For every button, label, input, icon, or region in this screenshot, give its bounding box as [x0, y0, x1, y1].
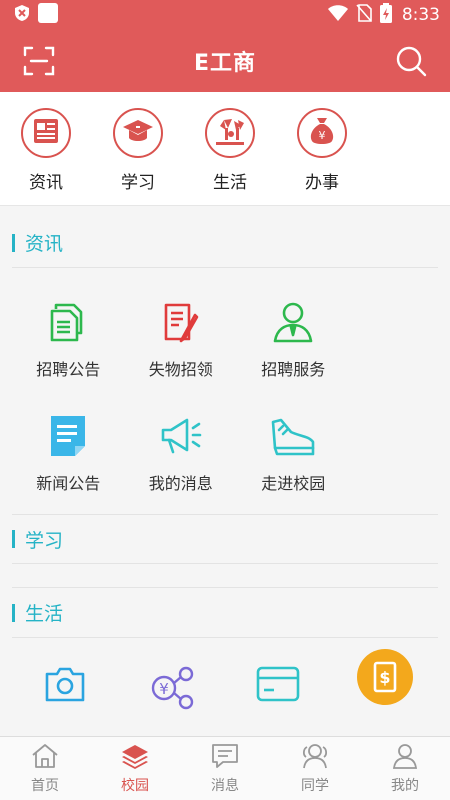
section-study: 学习	[12, 514, 438, 564]
tab-label: 我的	[391, 777, 419, 794]
section-accent-bar	[12, 233, 15, 252]
section-header: 学习	[12, 514, 438, 564]
top-category-label: 生活	[213, 173, 247, 193]
status-time: 8:33	[401, 5, 440, 25]
news-icon	[32, 117, 60, 149]
grid-item-label: 新闻公告	[36, 474, 101, 493]
top-category-life[interactable]: 生活	[204, 108, 256, 193]
person-icon	[269, 298, 317, 346]
grid-item-campus-tour[interactable]: 走进校园	[237, 400, 350, 514]
top-category-study[interactable]: 学习	[112, 108, 164, 193]
classmates-icon	[300, 743, 330, 773]
svg-text:¥: ¥	[319, 129, 326, 142]
grid-item-label: 走进校园	[261, 474, 326, 493]
profile-icon	[392, 743, 418, 773]
message-icon	[211, 743, 239, 773]
grid-item-camera[interactable]	[12, 666, 119, 714]
grid-item-card[interactable]	[225, 666, 332, 714]
section-life: 生活 ¥ $	[12, 588, 438, 714]
grid-item-finance[interactable]: ¥	[119, 666, 226, 714]
no-sim-icon	[356, 4, 372, 26]
section-news: 资讯 招聘公告 失物招领 招聘服务 新闻公告 我的消息 走进校园	[12, 218, 438, 514]
page-title: E工商	[193, 51, 257, 76]
bottom-nav: 首页 校园 消息 同学 我的	[0, 736, 450, 800]
top-category-label: 资讯	[29, 173, 63, 193]
notepad-pen-icon	[157, 298, 205, 346]
shield-icon	[14, 4, 30, 26]
tab-campus[interactable]: 校园	[90, 737, 180, 800]
tab-label: 校园	[121, 777, 149, 794]
section-header: 资讯	[12, 218, 438, 268]
section-accent-bar	[12, 603, 15, 622]
grid-item-label: 招聘公告	[36, 360, 101, 379]
app-square-icon	[38, 3, 58, 27]
section-divider	[12, 564, 438, 588]
grid-item-lost-found[interactable]: 失物招领	[125, 286, 238, 400]
battery-icon	[379, 3, 392, 27]
scan-icon[interactable]	[22, 44, 56, 78]
yuan-network-icon: ¥	[148, 666, 196, 714]
dollar-badge-icon: $	[356, 648, 414, 714]
app-header: E工商	[0, 30, 450, 92]
note-icon	[44, 412, 92, 460]
camera-icon	[45, 666, 85, 714]
life-icon	[214, 116, 246, 150]
life-grid: ¥ $	[12, 638, 438, 714]
tab-label: 首页	[31, 777, 59, 794]
top-category-bar: 资讯 学习 生活 ¥ 办事	[0, 92, 450, 206]
home-icon	[31, 743, 59, 773]
svg-text:$: $	[379, 668, 390, 687]
news-grid: 招聘公告 失物招领 招聘服务 新闻公告 我的消息 走进校园	[12, 268, 438, 514]
grid-item-my-messages[interactable]: 我的消息	[125, 400, 238, 514]
grid-item-recruit-notice[interactable]: 招聘公告	[12, 286, 125, 400]
grid-item-recruit-service[interactable]: 招聘服务	[237, 286, 350, 400]
section-title: 学习	[25, 529, 64, 552]
top-category-affairs[interactable]: ¥ 办事	[296, 108, 348, 193]
tab-label: 消息	[211, 777, 239, 794]
grid-item-news-notice[interactable]: 新闻公告	[12, 400, 125, 514]
grid-item-label: 失物招领	[148, 360, 213, 379]
top-category-label: 学习	[121, 173, 155, 193]
grid-item-label: 招聘服务	[261, 360, 326, 379]
tab-me[interactable]: 我的	[360, 737, 450, 800]
sneaker-icon	[269, 412, 317, 460]
section-accent-bar	[12, 530, 15, 548]
grid-item-payment[interactable]: $	[332, 649, 439, 714]
tab-messages[interactable]: 消息	[180, 737, 270, 800]
svg-text:¥: ¥	[159, 680, 169, 698]
status-bar: 8:33	[0, 0, 450, 30]
tab-classmates[interactable]: 同学	[270, 737, 360, 800]
section-title: 生活	[25, 603, 64, 625]
megaphone-icon	[157, 412, 205, 460]
top-category-news[interactable]: 资讯	[20, 108, 72, 193]
grid-item-label: 我的消息	[148, 474, 213, 493]
layers-icon	[121, 743, 149, 773]
search-icon[interactable]	[394, 44, 428, 78]
documents-icon	[44, 298, 92, 346]
tab-label: 同学	[301, 777, 329, 794]
top-category-label: 办事	[305, 173, 339, 193]
money-bag-icon: ¥	[308, 116, 336, 150]
tab-home[interactable]: 首页	[0, 737, 90, 800]
card-icon	[256, 666, 300, 714]
graduation-cap-icon	[122, 117, 154, 149]
section-title: 资讯	[25, 233, 64, 255]
section-header: 生活	[12, 588, 438, 638]
wifi-icon	[327, 5, 348, 25]
